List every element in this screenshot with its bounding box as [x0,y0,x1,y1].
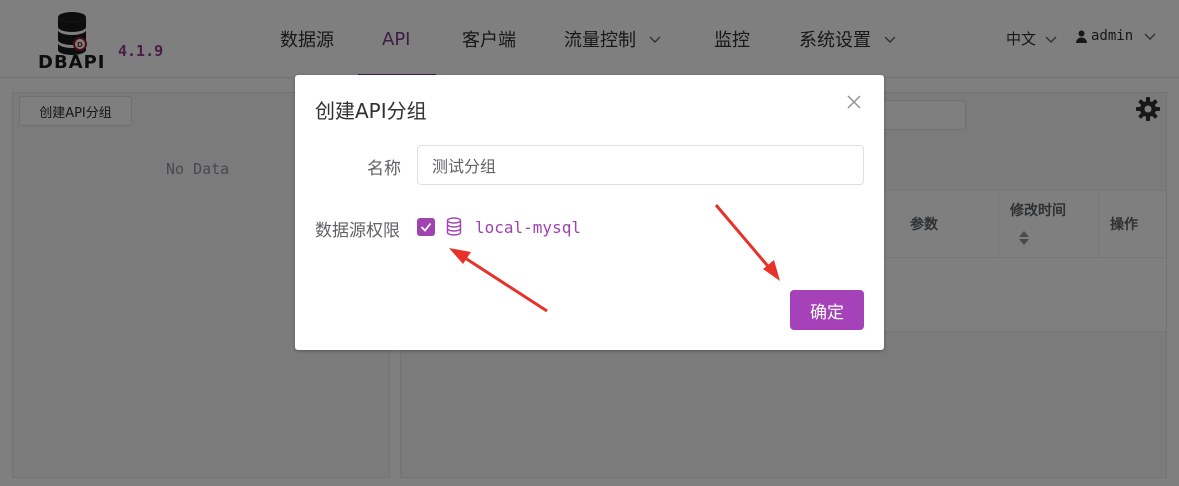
permission-label: 数据源权限 [315,221,400,241]
checkmark-icon [420,222,432,232]
close-icon[interactable] [847,95,861,109]
name-label: 名称 [367,159,401,179]
group-name-input[interactable] [417,145,864,185]
create-group-dialog: 创建API分组 名称 数据源权限 local-mysql 确定 [295,75,884,350]
datasource-checkbox[interactable] [417,218,435,236]
confirm-button[interactable]: 确定 [790,290,864,330]
database-icon [446,217,462,236]
dialog-title: 创建API分组 [315,99,427,123]
datasource-name[interactable]: local-mysql [475,218,581,237]
